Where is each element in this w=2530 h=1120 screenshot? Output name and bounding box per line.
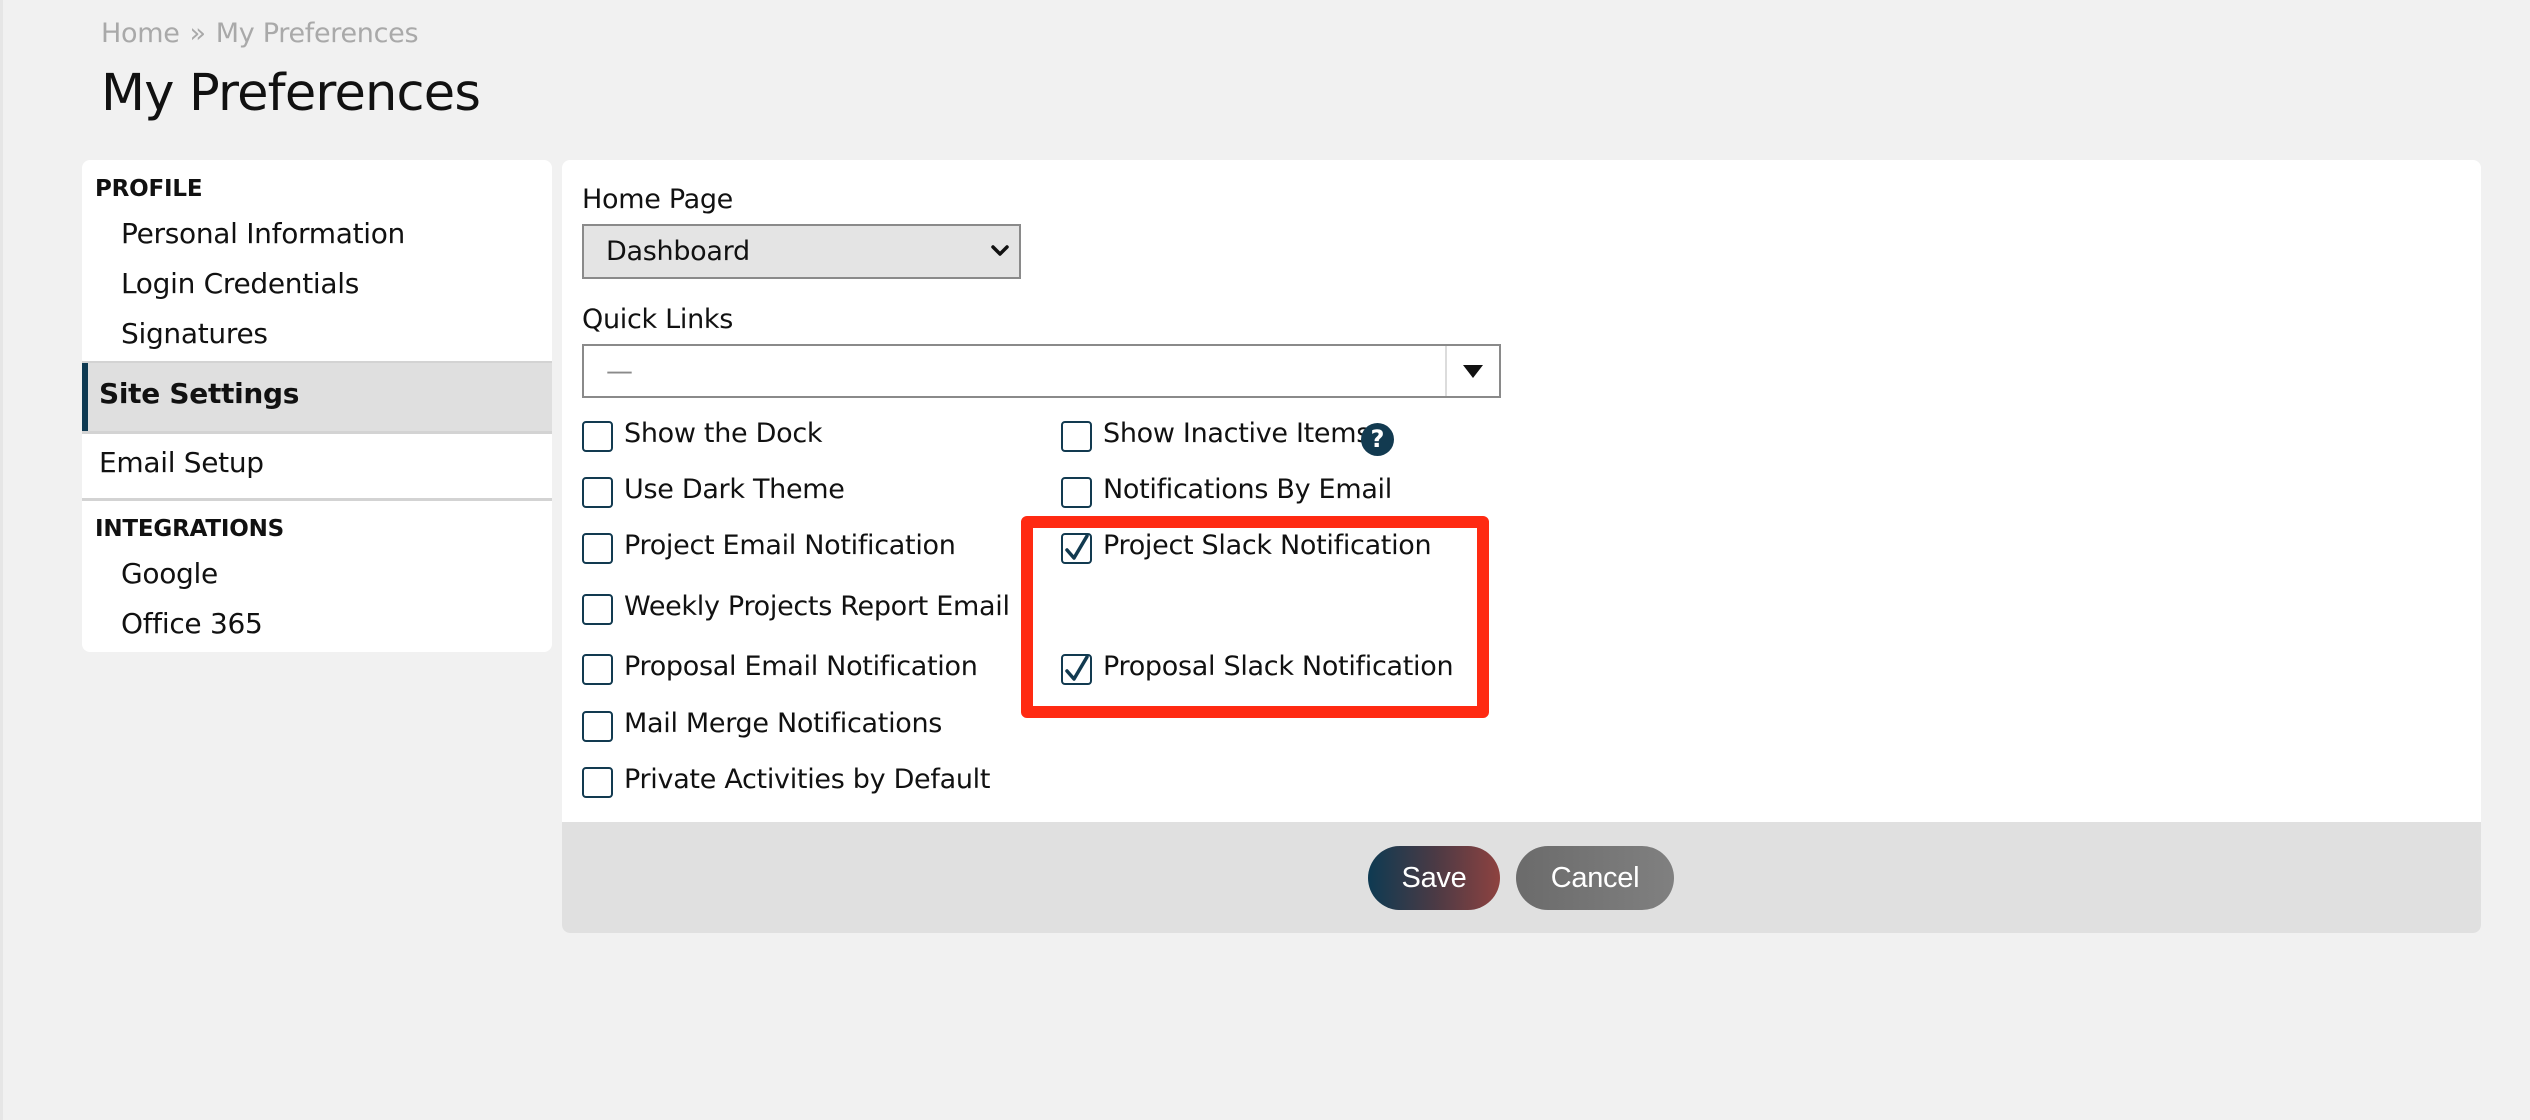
sidebar: PROFILE Personal Information Login Crede… xyxy=(82,160,552,652)
sidebar-item-personal-information[interactable]: Personal Information xyxy=(121,217,405,250)
quick-links-dropdown-toggle[interactable] xyxy=(1445,346,1499,396)
checkbox-label: Mail Merge Notifications xyxy=(624,708,943,739)
checkbox-box[interactable] xyxy=(582,767,613,798)
breadcrumb: Home » My Preferences xyxy=(101,18,419,49)
breadcrumb-separator: » xyxy=(189,18,207,49)
sidebar-item-signatures[interactable]: Signatures xyxy=(121,317,268,350)
sidebar-item-label: Email Setup xyxy=(99,446,264,479)
checkbox-label: Private Activities by Default xyxy=(624,764,991,795)
checkbox-label: Use Dark Theme xyxy=(624,474,845,505)
page-title: My Preferences xyxy=(101,64,481,123)
home-page-label: Home Page xyxy=(582,184,733,215)
chevron-down-icon xyxy=(991,245,1009,256)
breadcrumb-home-link[interactable]: Home xyxy=(101,18,180,49)
cancel-button[interactable]: Cancel xyxy=(1516,846,1674,910)
checkbox-label: Project Email Notification xyxy=(624,530,956,561)
quick-links-value: — xyxy=(606,356,633,387)
sidebar-item-email-setup[interactable]: Email Setup xyxy=(82,434,552,498)
sidebar-section-integrations: INTEGRATIONS xyxy=(95,516,285,542)
home-page-select[interactable]: Dashboard xyxy=(582,224,1021,279)
checkbox-box[interactable] xyxy=(1061,421,1092,452)
sidebar-item-office-365[interactable]: Office 365 xyxy=(121,607,263,640)
checkbox-box[interactable] xyxy=(582,477,613,508)
quick-links-label: Quick Links xyxy=(582,304,733,335)
active-indicator xyxy=(82,363,88,431)
sidebar-item-label: Site Settings xyxy=(99,377,300,410)
checkbox-box[interactable] xyxy=(582,594,613,625)
checkbox-box[interactable] xyxy=(582,711,613,742)
checkbox-box[interactable] xyxy=(582,654,613,685)
save-button[interactable]: Save xyxy=(1368,846,1500,910)
sidebar-divider xyxy=(82,498,552,501)
help-icon[interactable]: ? xyxy=(1361,423,1394,456)
checkbox-label: Weekly Projects Report Email xyxy=(624,591,1010,622)
quick-links-select[interactable]: — xyxy=(582,344,1501,398)
checkbox-box[interactable] xyxy=(1061,477,1092,508)
home-page-selected-value: Dashboard xyxy=(606,236,750,267)
sidebar-section-profile: PROFILE xyxy=(95,176,203,202)
sidebar-item-login-credentials[interactable]: Login Credentials xyxy=(121,267,359,300)
form-footer: Save Cancel xyxy=(562,822,2481,933)
checkbox-label: Show Inactive Items xyxy=(1103,418,1370,449)
checkbox-label: Proposal Email Notification xyxy=(624,651,978,682)
breadcrumb-current: My Preferences xyxy=(215,18,419,49)
checkbox-box[interactable] xyxy=(582,421,613,452)
caret-down-icon xyxy=(1463,365,1483,378)
checkbox-label: Notifications By Email xyxy=(1103,474,1392,505)
left-edge xyxy=(0,0,3,1120)
checkbox-box[interactable] xyxy=(582,533,613,564)
sidebar-item-site-settings[interactable]: Site Settings xyxy=(82,363,552,431)
sidebar-item-google[interactable]: Google xyxy=(121,557,218,590)
checkbox-label: Show the Dock xyxy=(624,418,823,449)
highlight-annotation-box xyxy=(1021,516,1489,718)
preferences-panel: Home Page Dashboard Quick Links — Show t… xyxy=(562,160,2481,933)
